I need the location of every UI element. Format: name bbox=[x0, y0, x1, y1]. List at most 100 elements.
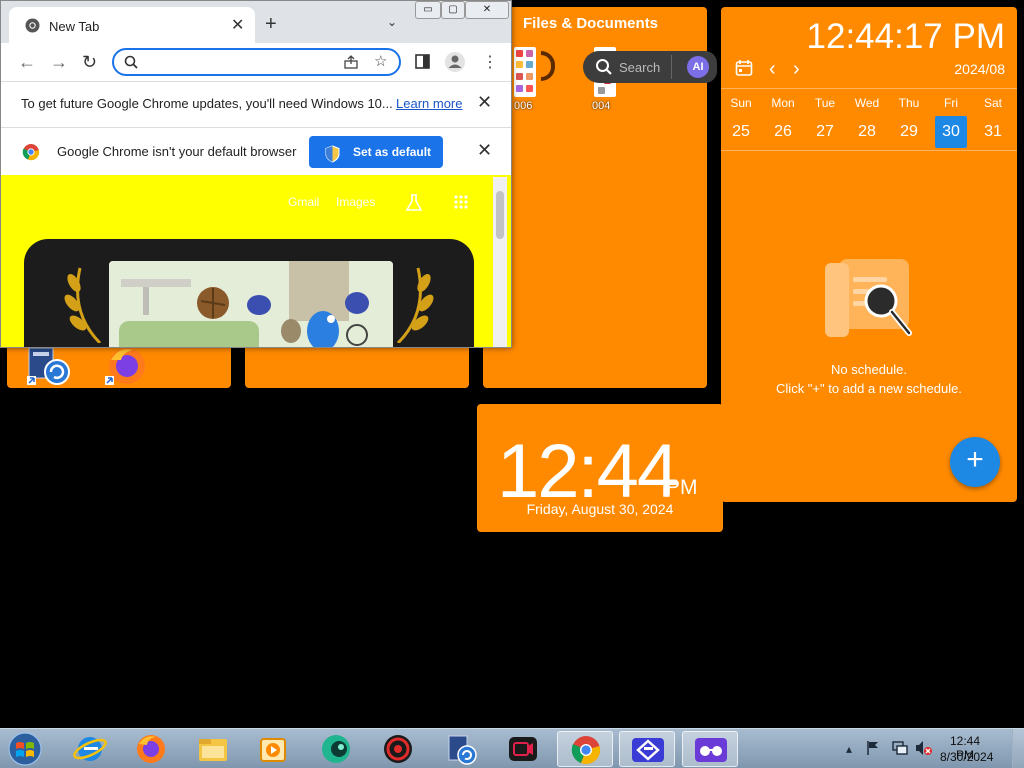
taskbar-glasses-app[interactable] bbox=[682, 731, 738, 767]
chevron-right-icon[interactable]: › bbox=[793, 58, 800, 81]
volume-muted-icon[interactable] bbox=[915, 740, 933, 761]
taskbar-chrome[interactable] bbox=[557, 731, 613, 767]
media-player-icon bbox=[260, 738, 286, 762]
taskbar-file-explorer[interactable] bbox=[185, 731, 241, 767]
profile-avatar-icon[interactable] bbox=[444, 51, 466, 78]
close-window-button[interactable]: ✕ bbox=[465, 1, 509, 19]
glasses-app-icon bbox=[695, 738, 727, 762]
maximize-button[interactable]: ▢ bbox=[441, 1, 465, 19]
set-as-default-label: Set as default bbox=[353, 145, 432, 159]
frame-app-icon bbox=[632, 738, 664, 762]
set-as-default-button[interactable]: Set as default bbox=[309, 136, 443, 168]
tab-new-tab[interactable]: New Tab ✕ bbox=[9, 7, 255, 43]
learn-more-link[interactable]: Learn more bbox=[396, 96, 462, 111]
file-label-004: 004 bbox=[592, 100, 611, 112]
show-hidden-icons-icon[interactable]: ▴ bbox=[846, 742, 852, 756]
show-desktop-button[interactable] bbox=[1012, 729, 1024, 768]
tab-search-chevron-icon[interactable]: ⌄ bbox=[387, 15, 397, 29]
add-schedule-button[interactable]: + bbox=[950, 437, 1000, 487]
weekday-mon: Mon bbox=[771, 96, 795, 110]
add-schedule-hint: Click "+" to add a new schedule. bbox=[776, 381, 962, 396]
default-browser-infobar: Google Chrome isn't your default browser… bbox=[1, 127, 511, 175]
forward-arrow-icon[interactable]: → bbox=[50, 52, 68, 73]
default-browser-text: Google Chrome isn't your default browser bbox=[57, 144, 297, 159]
chrome-window: New Tab ✕ + ⌄ ▭ ▢ ✕ ← → ↻ ☆ ⋮ To get fut… bbox=[0, 0, 512, 348]
backup-app-icon bbox=[448, 735, 477, 765]
chrome-favicon-icon bbox=[25, 18, 40, 38]
chevron-left-icon[interactable]: ‹ bbox=[769, 58, 776, 81]
weekday-wed: Wed bbox=[854, 96, 880, 110]
calendar-month: 2024/08 bbox=[954, 61, 1005, 77]
floating-search-bar[interactable]: Search AI bbox=[583, 51, 717, 83]
calendar-day[interactable]: 31 bbox=[977, 116, 1009, 148]
minimize-button[interactable]: ▭ bbox=[415, 1, 441, 19]
ai-button[interactable]: AI bbox=[687, 56, 709, 78]
update-infobar-text: To get future Google Chrome updates, you… bbox=[21, 96, 393, 111]
file-thumbnail-006[interactable] bbox=[514, 47, 536, 97]
bookmark-star-icon[interactable]: ☆ bbox=[374, 52, 387, 70]
close-default-infobar-icon[interactable]: ✕ bbox=[477, 140, 492, 161]
tab-title: New Tab bbox=[49, 19, 100, 34]
clock-ampm: PM bbox=[666, 476, 698, 499]
close-update-infobar-icon[interactable]: ✕ bbox=[477, 92, 492, 113]
clock-date: Friday, August 30, 2024 bbox=[526, 501, 674, 517]
teal-app-icon bbox=[322, 735, 350, 763]
action-center-flag-icon[interactable] bbox=[866, 740, 880, 761]
new-tab-button[interactable]: + bbox=[265, 13, 277, 36]
images-link[interactable]: Images bbox=[336, 195, 375, 209]
internet-explorer-icon bbox=[73, 737, 107, 761]
weekday-sun: Sun bbox=[730, 96, 752, 110]
calendar-day[interactable]: 25 bbox=[725, 116, 757, 148]
taskbar-clock-date[interactable]: 8/30/2024 bbox=[940, 750, 993, 764]
start-button[interactable] bbox=[3, 731, 47, 767]
firefox-icon bbox=[137, 735, 165, 763]
network-icon[interactable] bbox=[892, 740, 908, 761]
taskbar-firefox[interactable] bbox=[123, 731, 179, 767]
empty-schedule-icon bbox=[821, 257, 917, 348]
chrome-menu-icon[interactable]: ⋮ bbox=[482, 52, 498, 72]
doodle-scene bbox=[109, 261, 393, 347]
taskbar-frame-app[interactable] bbox=[619, 731, 675, 767]
laurel-right-icon bbox=[396, 267, 434, 343]
reload-icon[interactable]: ↻ bbox=[82, 52, 97, 73]
taskbar-teal-app[interactable] bbox=[308, 731, 364, 767]
calendar-icon[interactable] bbox=[735, 59, 753, 82]
gmail-link[interactable]: Gmail bbox=[288, 195, 319, 209]
clock-widget: 12:44 PM Friday, August 30, 2024 bbox=[477, 404, 723, 532]
new-tab-page: Gmail Images bbox=[1, 175, 511, 347]
taskbar-internet-explorer[interactable] bbox=[62, 731, 118, 767]
calendar-widget: 12:44:17 PM ‹ › 2024/08 Sun Mon Tue Wed … bbox=[721, 7, 1017, 502]
share-icon[interactable] bbox=[343, 54, 359, 75]
weekday-thu: Thu bbox=[898, 96, 920, 110]
calendar-day[interactable]: 29 bbox=[893, 116, 925, 148]
apps-grid-icon[interactable] bbox=[453, 194, 469, 215]
side-panel-icon[interactable] bbox=[415, 54, 430, 74]
page-scrollbar-thumb[interactable] bbox=[496, 191, 504, 239]
desktop: Files & Documents 006 004 Search AI 12:4… bbox=[0, 0, 1024, 768]
backup-restore-icon[interactable] bbox=[25, 346, 71, 388]
back-arrow-icon[interactable]: ← bbox=[18, 52, 36, 73]
no-schedule-text: No schedule. bbox=[831, 362, 907, 377]
calendar-day[interactable]: 26 bbox=[767, 116, 799, 148]
search-icon bbox=[595, 58, 613, 81]
calendar-day-selected[interactable]: 30 bbox=[935, 116, 967, 148]
files-widget-title: Files & Documents bbox=[523, 15, 659, 32]
calendar-day[interactable]: 28 bbox=[851, 116, 883, 148]
firefox-icon[interactable] bbox=[103, 346, 149, 388]
search-divider bbox=[671, 55, 672, 79]
uac-shield-icon bbox=[325, 143, 340, 175]
taskbar-backup-app[interactable] bbox=[433, 731, 489, 767]
screen-recorder-icon bbox=[509, 737, 537, 761]
scroll-arc-decoration bbox=[541, 51, 555, 81]
taskbar-red-app[interactable] bbox=[370, 731, 426, 767]
labs-flask-icon[interactable] bbox=[404, 193, 424, 218]
taskbar-screen-recorder[interactable] bbox=[495, 731, 551, 767]
chrome-logo-icon bbox=[22, 143, 40, 166]
calendar-divider-top bbox=[721, 88, 1017, 89]
tab-close-icon[interactable]: ✕ bbox=[231, 15, 244, 35]
taskbar-media-player[interactable] bbox=[245, 731, 301, 767]
weekday-tue: Tue bbox=[814, 96, 836, 110]
calendar-clock: 12:44:17 PM bbox=[806, 17, 1005, 56]
address-bar[interactable]: ☆ bbox=[112, 48, 401, 76]
calendar-day[interactable]: 27 bbox=[809, 116, 841, 148]
